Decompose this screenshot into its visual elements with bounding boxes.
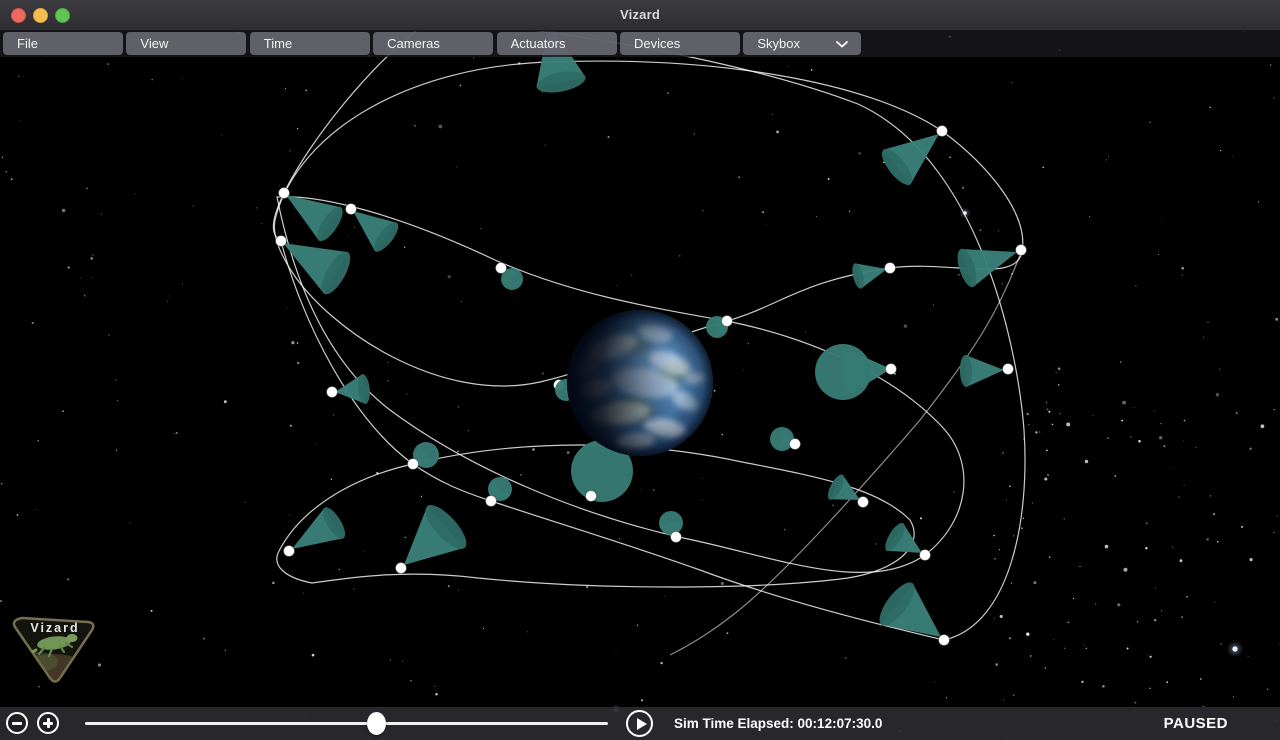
satellite bbox=[284, 504, 350, 556]
satellite bbox=[882, 520, 931, 560]
satellite-dot bbox=[346, 204, 357, 215]
satellite bbox=[408, 442, 440, 470]
earth bbox=[567, 310, 713, 456]
satellite-dot bbox=[939, 635, 950, 646]
satellite bbox=[327, 373, 372, 404]
menu-button-label: View bbox=[140, 36, 168, 51]
satellite bbox=[486, 477, 513, 507]
satellite bbox=[276, 236, 356, 299]
menu-button-devices[interactable]: Devices bbox=[620, 32, 740, 55]
menu-button-skybox[interactable]: Skybox bbox=[743, 32, 861, 55]
satellite bbox=[850, 262, 895, 290]
chevron-down-icon bbox=[836, 41, 848, 48]
sensor-footprint-disc bbox=[815, 344, 871, 400]
menu-button-label: Actuators bbox=[511, 36, 566, 51]
sensor-footprint-disc bbox=[659, 511, 683, 535]
satellite-dot bbox=[486, 496, 497, 507]
satellite-dot bbox=[496, 263, 507, 274]
satellite-dot bbox=[885, 263, 896, 274]
satellite-dot bbox=[722, 316, 733, 327]
satellite-dot bbox=[1003, 364, 1014, 375]
satellite-dot bbox=[671, 532, 682, 543]
satellite bbox=[873, 577, 949, 645]
sim-time-label: Sim Time Elapsed: 00:12:07:30.0 bbox=[674, 707, 882, 740]
title-bar: Vizard bbox=[0, 0, 1280, 31]
menu-bar: File View Time Cameras Actuators Devices Skybo… bbox=[0, 30, 1280, 57]
satellite-dot bbox=[920, 550, 931, 561]
satellite bbox=[959, 355, 1013, 387]
timeline-bar: Sim Time Elapsed: 00:12:07:30.0 PAUSED bbox=[0, 707, 1280, 740]
menu-button-cameras[interactable]: Cameras bbox=[373, 32, 493, 55]
status-paused: PAUSED bbox=[1164, 707, 1228, 740]
menu-button-label: Cameras bbox=[387, 36, 440, 51]
satellite bbox=[706, 316, 733, 339]
satellite-dot bbox=[396, 563, 407, 574]
satellite bbox=[825, 472, 869, 507]
satellite-dot bbox=[327, 387, 338, 398]
zoom-out-button[interactable] bbox=[6, 712, 28, 734]
time-slider[interactable] bbox=[85, 722, 608, 726]
satellite-dot bbox=[408, 459, 419, 470]
minus-icon bbox=[12, 722, 22, 725]
plus-icon-v bbox=[47, 718, 50, 728]
satellite bbox=[346, 204, 403, 256]
satellite bbox=[396, 499, 473, 573]
menu-button-label: Skybox bbox=[757, 36, 800, 51]
satellite-dot bbox=[1016, 245, 1027, 256]
vizard-logo: Vizard bbox=[2, 598, 114, 698]
vizard-window: Vizard Vizard File View Time Cameras Actuato… bbox=[0, 0, 1280, 740]
viewport-3d[interactable] bbox=[0, 0, 1280, 740]
satellite-dot bbox=[790, 439, 801, 450]
menu-button-view[interactable]: View bbox=[126, 32, 246, 55]
logo-text: Vizard bbox=[30, 621, 79, 635]
menu-button-label: File bbox=[17, 36, 38, 51]
satellite-dot bbox=[586, 491, 597, 502]
satellite-dot bbox=[886, 364, 897, 375]
satellite-dot bbox=[276, 236, 287, 247]
satellite-dot bbox=[937, 126, 948, 137]
satellite-dot bbox=[284, 546, 295, 557]
menu-button-label: Devices bbox=[634, 36, 680, 51]
satellite bbox=[659, 511, 683, 543]
satellite bbox=[815, 344, 897, 400]
play-icon bbox=[637, 718, 647, 730]
satellite-dot bbox=[858, 497, 869, 508]
satellite-dot bbox=[279, 188, 290, 199]
menu-button-label: Time bbox=[264, 36, 292, 51]
satellite bbox=[770, 427, 801, 451]
satellite bbox=[279, 188, 348, 245]
menu-button-actuators[interactable]: Actuators bbox=[497, 32, 617, 55]
menu-button-time[interactable]: Time bbox=[250, 32, 370, 55]
satellite bbox=[877, 126, 948, 190]
time-slider-thumb[interactable] bbox=[367, 712, 386, 735]
play-button[interactable] bbox=[626, 710, 653, 737]
window-title: Vizard bbox=[0, 0, 1280, 30]
menu-button-file[interactable]: File bbox=[3, 32, 123, 55]
zoom-in-button[interactable] bbox=[37, 712, 59, 734]
orbit-arc-5 bbox=[670, 252, 1021, 655]
